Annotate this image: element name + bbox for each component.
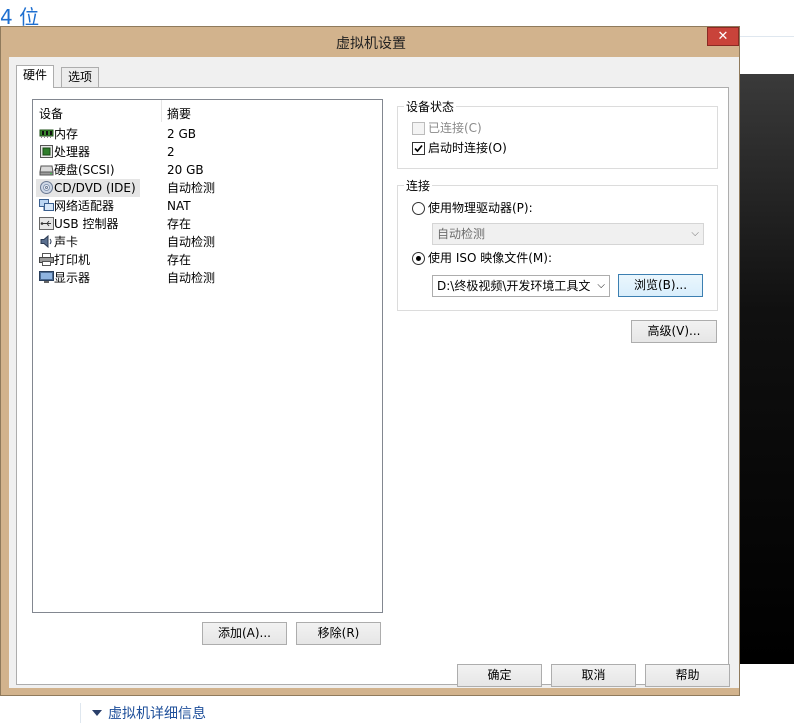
check-mark-icon	[414, 144, 423, 153]
device-summary: 2	[167, 145, 175, 159]
tab-hardware[interactable]: 硬件	[16, 65, 55, 88]
dialog-client-area: 硬件 选项 设备 摘要 内存 2 GB 处理器 2 硬盘(SCSI) 20 GB…	[9, 57, 739, 688]
hardware-tab-panel: 设备 摘要 内存 2 GB 处理器 2 硬盘(SCSI) 20 GB CD/DV…	[16, 87, 729, 685]
device-name-cell: 打印机	[36, 251, 94, 269]
printer-icon	[39, 253, 54, 266]
device-summary: 存在	[167, 253, 192, 267]
device-name-cell: 网络适配器	[36, 197, 118, 215]
hard-disk-icon	[39, 165, 54, 176]
device-name: 处理器	[54, 145, 91, 159]
device-name-cell: 硬盘(SCSI)	[36, 161, 119, 179]
column-device[interactable]: 设备	[39, 105, 63, 122]
usb-icon	[39, 217, 54, 230]
connect-at-power-on-checkbox[interactable]	[412, 142, 425, 155]
device-status-group: 设备状态 已连接(C) 启动时连接(O)	[397, 98, 718, 169]
device-name-cell: 内存	[36, 125, 82, 143]
device-name: 内存	[54, 127, 79, 141]
device-name: 声卡	[54, 235, 79, 249]
device-name-cell: CD/DVD (IDE)	[36, 179, 140, 197]
physical-drive-select[interactable]: 自动检测 ⌵	[432, 223, 704, 245]
dialog-title: 虚拟机设置	[336, 36, 406, 52]
device-list-header: 设备 摘要	[33, 100, 382, 122]
connected-label: 已连接(C)	[428, 121, 482, 135]
chevron-down-icon: ⌵	[597, 280, 605, 291]
column-summary[interactable]: 摘要	[167, 105, 191, 122]
device-row-memory[interactable]: 内存 2 GB	[33, 125, 382, 143]
device-row-cd-dvd[interactable]: CD/DVD (IDE) 自动检测	[33, 179, 382, 197]
remove-device-button[interactable]: 移除(R)	[296, 622, 381, 645]
add-device-button[interactable]: 添加(A)...	[202, 622, 287, 645]
device-list[interactable]: 设备 摘要 内存 2 GB 处理器 2 硬盘(SCSI) 20 GB CD/DV…	[32, 99, 383, 613]
device-name: USB 控制器	[54, 217, 119, 231]
cancel-button[interactable]: 取消	[551, 664, 636, 687]
connection-group: 连接 使用物理驱动器(P): 自动检测 ⌵ 使用 ISO 映像文件(M): D:…	[397, 177, 718, 311]
device-row-processor[interactable]: 处理器 2	[33, 143, 382, 161]
device-name-cell: 处理器	[36, 143, 94, 161]
device-summary: 20 GB	[167, 163, 204, 177]
physical-drive-label: 使用物理驱动器(P):	[428, 201, 533, 215]
device-name-cell: 声卡	[36, 233, 82, 251]
device-summary: 存在	[167, 217, 192, 231]
vm-details-label: 虚拟机详细信息	[108, 706, 206, 722]
connected-checkbox[interactable]	[412, 122, 425, 135]
background-divider	[80, 703, 81, 723]
vm-details-link[interactable]: 虚拟机详细信息	[80, 703, 340, 723]
device-summary: 自动检测	[167, 235, 216, 249]
device-name-cell: 显示器	[36, 269, 94, 287]
network-adapter-icon	[39, 199, 54, 211]
device-summary: 2 GB	[167, 127, 196, 141]
device-row-usb-controller[interactable]: USB 控制器 存在	[33, 215, 382, 233]
device-status-label: 设备状态	[404, 98, 457, 115]
display-icon	[39, 271, 54, 283]
device-name: CD/DVD (IDE)	[54, 181, 136, 195]
device-name: 硬盘(SCSI)	[54, 163, 115, 177]
device-row-display[interactable]: 显示器 自动检测	[33, 269, 382, 287]
physical-drive-value: 自动检测	[437, 227, 486, 241]
tab-options[interactable]: 选项	[61, 67, 100, 87]
background-panel	[740, 74, 794, 664]
device-row-network-adapter[interactable]: 网络适配器 NAT	[33, 197, 382, 215]
physical-drive-radio[interactable]	[412, 202, 425, 215]
device-summary: 自动检测	[167, 271, 216, 285]
device-summary: 自动检测	[167, 181, 216, 195]
cd-dvd-icon	[40, 181, 53, 194]
column-separator	[161, 100, 162, 122]
device-row-sound-card[interactable]: 声卡 自动检测	[33, 233, 382, 251]
background-divider	[740, 36, 794, 37]
device-row-hard-disk[interactable]: 硬盘(SCSI) 20 GB	[33, 161, 382, 179]
device-name: 打印机	[54, 253, 91, 267]
iso-image-label: 使用 ISO 映像文件(M):	[428, 251, 552, 265]
device-name: 网络适配器	[54, 199, 115, 213]
device-row-printer[interactable]: 打印机 存在	[33, 251, 382, 269]
processor-icon	[40, 145, 53, 158]
advanced-button[interactable]: 高级(V)...	[631, 320, 717, 343]
ok-button[interactable]: 确定	[457, 664, 542, 687]
expand-triangle-icon	[92, 710, 102, 716]
title-bar[interactable]: 虚拟机设置 ✕	[1, 27, 739, 57]
device-summary: NAT	[167, 199, 191, 213]
iso-path-select[interactable]: D:\终极视频\开发环境工具文 ⌵	[432, 275, 610, 297]
iso-path-value: D:\终极视频\开发环境工具文	[437, 279, 591, 293]
help-button[interactable]: 帮助	[645, 664, 730, 687]
iso-image-radio[interactable]	[412, 252, 425, 265]
chevron-down-icon: ⌵	[691, 228, 699, 239]
connection-label: 连接	[404, 177, 433, 194]
sound-card-icon	[40, 235, 52, 248]
device-name: 显示器	[54, 271, 91, 285]
device-name-cell: USB 控制器	[36, 215, 122, 233]
close-button[interactable]: ✕	[707, 27, 739, 46]
connect-at-power-on-label: 启动时连接(O)	[428, 141, 507, 155]
browse-button[interactable]: 浏览(B)...	[618, 274, 703, 297]
vm-settings-dialog: 虚拟机设置 ✕ 硬件 选项 设备 摘要 内存 2 GB 处理器 2 硬盘(SCS…	[0, 26, 740, 696]
memory-icon	[39, 129, 54, 138]
